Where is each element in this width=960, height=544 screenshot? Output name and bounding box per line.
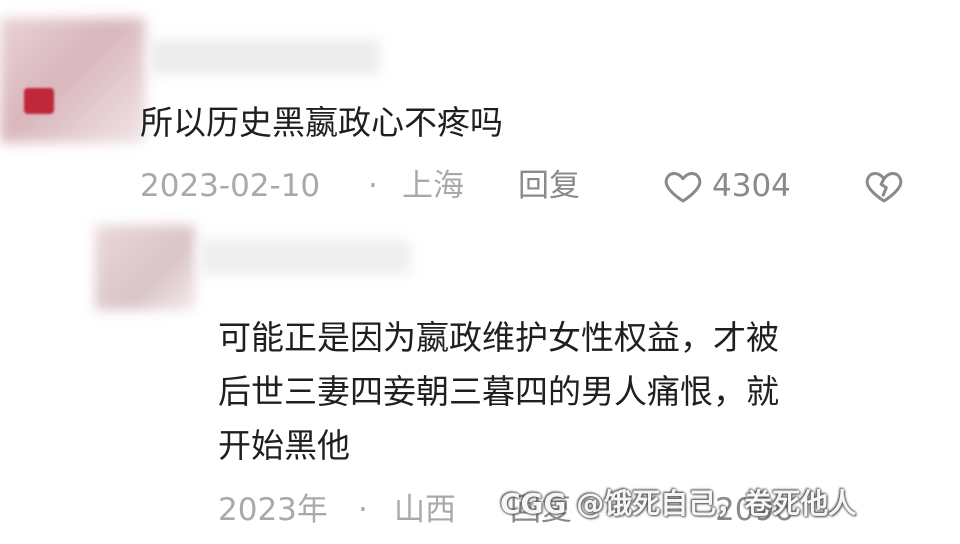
broken-heart-icon[interactable] — [862, 166, 906, 206]
like-count: 4304 — [712, 168, 791, 204]
username-blurred[interactable] — [200, 240, 410, 274]
username-blurred[interactable] — [150, 40, 380, 74]
user-avatar[interactable] — [0, 18, 145, 143]
comment-location: 山西 — [394, 492, 456, 528]
avatar-badge — [24, 88, 54, 114]
reply-button[interactable]: 回复 — [518, 166, 580, 206]
user-avatar[interactable] — [95, 225, 195, 310]
comment-line: 开始黑他 — [218, 426, 350, 465]
comment-date: 2023年 — [218, 492, 328, 528]
watermark: CGG @饿死自己，卷死他人 — [500, 487, 857, 520]
comment-text: 可能正是因为嬴政维护女性权益，才被 后世三妻四妾朝三暮四的男人痛恨，就 开始黑他 — [218, 311, 918, 473]
comment-line: 可能正是因为嬴政维护女性权益，才被 — [218, 318, 779, 357]
comment-date: 2023-02-10 — [140, 168, 321, 204]
meta-separator: · — [368, 168, 378, 204]
comment-location: 上海 — [402, 168, 464, 204]
heart-outline-icon[interactable] — [662, 166, 704, 206]
comment-line: 后世三妻四妾朝三暮四的男人痛恨，就 — [218, 372, 779, 411]
meta-separator: · — [358, 492, 368, 528]
comment-text: 所以历史黑嬴政心不疼吗 — [140, 103, 503, 142]
